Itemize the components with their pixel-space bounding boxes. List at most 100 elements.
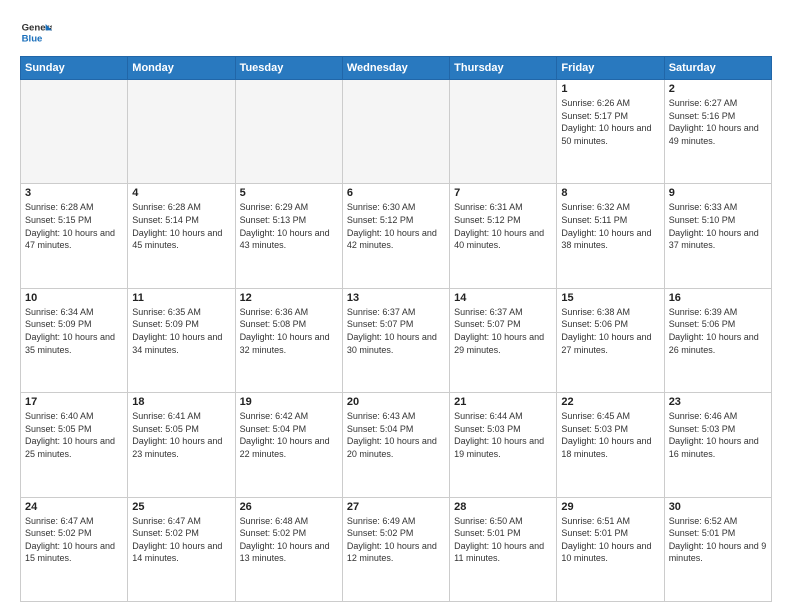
week-row-1: 3 Sunrise: 6:28 AM Sunset: 5:15 PM Daylig…	[21, 184, 772, 288]
calendar-cell: 2Sunrise: 6:27 AM Sunset: 5:16 PM Daylig…	[664, 80, 771, 184]
calendar-cell: 28 Sunrise: 6:50 AM Sunset: 5:01 PM Dayli…	[450, 497, 557, 601]
day-info: Sunrise: 6:30 AM Sunset: 5:12 PM Dayligh…	[347, 201, 445, 251]
day-info: Sunrise: 6:49 AM Sunset: 5:02 PM Dayligh…	[347, 515, 445, 565]
logo: General Blue	[20, 16, 52, 48]
day-info: Sunrise: 6:41 AM Sunset: 5:05 PM Dayligh…	[132, 410, 230, 460]
day-number: 12	[240, 292, 338, 304]
day-header-tuesday: Tuesday	[235, 57, 342, 80]
day-number: 20	[347, 396, 445, 408]
day-header-sunday: Sunday	[21, 57, 128, 80]
day-number: 21	[454, 396, 552, 408]
logo-icon: General Blue	[20, 16, 52, 48]
day-info: Sunrise: 6:32 AM Sunset: 5:11 PM Dayligh…	[561, 201, 659, 251]
day-info: Sunrise: 6:35 AM Sunset: 5:09 PM Dayligh…	[132, 306, 230, 356]
day-number: 13	[347, 292, 445, 304]
day-info: Sunrise: 6:44 AM Sunset: 5:03 PM Dayligh…	[454, 410, 552, 460]
day-number: 26	[240, 501, 338, 513]
day-number: 7	[454, 187, 552, 199]
day-number: 6	[347, 187, 445, 199]
day-number: 9	[669, 187, 767, 199]
day-number: 11	[132, 292, 230, 304]
day-info: Sunrise: 6:38 AM Sunset: 5:06 PM Dayligh…	[561, 306, 659, 356]
day-number: 22	[561, 396, 659, 408]
day-number: 19	[240, 396, 338, 408]
calendar-cell: 10Sunrise: 6:34 AM Sunset: 5:09 PM Dayli…	[21, 288, 128, 392]
day-number: 2	[669, 83, 767, 95]
day-number: 10	[25, 292, 123, 304]
calendar-cell: 30Sunrise: 6:52 AM Sunset: 5:01 PM Dayli…	[664, 497, 771, 601]
calendar-cell: 22 Sunrise: 6:45 AM Sunset: 5:03 PM Dayli…	[557, 393, 664, 497]
day-info: Sunrise: 6:47 AM Sunset: 5:02 PM Dayligh…	[132, 515, 230, 565]
calendar-cell: 13 Sunrise: 6:37 AM Sunset: 5:07 PM Dayli…	[342, 288, 449, 392]
day-info: Sunrise: 6:28 AM Sunset: 5:15 PM Dayligh…	[25, 201, 123, 251]
day-number: 29	[561, 501, 659, 513]
day-number: 15	[561, 292, 659, 304]
day-info: Sunrise: 6:45 AM Sunset: 5:03 PM Dayligh…	[561, 410, 659, 460]
calendar-cell: 8 Sunrise: 6:32 AM Sunset: 5:11 PM Daylig…	[557, 184, 664, 288]
calendar-cell: 25 Sunrise: 6:47 AM Sunset: 5:02 PM Dayli…	[128, 497, 235, 601]
svg-text:Blue: Blue	[22, 34, 43, 45]
day-info: Sunrise: 6:48 AM Sunset: 5:02 PM Dayligh…	[240, 515, 338, 565]
calendar-cell: 1 Sunrise: 6:26 AM Sunset: 5:17 PM Daylig…	[557, 80, 664, 184]
day-info: Sunrise: 6:28 AM Sunset: 5:14 PM Dayligh…	[132, 201, 230, 251]
day-number: 27	[347, 501, 445, 513]
calendar-cell: 7 Sunrise: 6:31 AM Sunset: 5:12 PM Daylig…	[450, 184, 557, 288]
day-info: Sunrise: 6:43 AM Sunset: 5:04 PM Dayligh…	[347, 410, 445, 460]
calendar-cell: 26 Sunrise: 6:48 AM Sunset: 5:02 PM Dayli…	[235, 497, 342, 601]
day-number: 17	[25, 396, 123, 408]
day-number: 8	[561, 187, 659, 199]
week-row-3: 17 Sunrise: 6:40 AM Sunset: 5:05 PM Dayli…	[21, 393, 772, 497]
calendar-table: SundayMondayTuesdayWednesdayThursdayFrid…	[20, 56, 772, 602]
day-info: Sunrise: 6:31 AM Sunset: 5:12 PM Dayligh…	[454, 201, 552, 251]
day-number: 28	[454, 501, 552, 513]
day-info: Sunrise: 6:33 AM Sunset: 5:10 PM Dayligh…	[669, 201, 767, 251]
calendar-cell: 4 Sunrise: 6:28 AM Sunset: 5:14 PM Daylig…	[128, 184, 235, 288]
day-number: 3	[25, 187, 123, 199]
day-number: 14	[454, 292, 552, 304]
day-number: 4	[132, 187, 230, 199]
calendar-cell: 17 Sunrise: 6:40 AM Sunset: 5:05 PM Dayli…	[21, 393, 128, 497]
day-number: 1	[561, 83, 659, 95]
day-info: Sunrise: 6:37 AM Sunset: 5:07 PM Dayligh…	[454, 306, 552, 356]
day-number: 30	[669, 501, 767, 513]
calendar-cell: 18Sunrise: 6:41 AM Sunset: 5:05 PM Dayli…	[128, 393, 235, 497]
day-info: Sunrise: 6:47 AM Sunset: 5:02 PM Dayligh…	[25, 515, 123, 565]
calendar-cell: 29Sunrise: 6:51 AM Sunset: 5:01 PM Dayli…	[557, 497, 664, 601]
calendar-cell: 16 Sunrise: 6:39 AM Sunset: 5:06 PM Dayli…	[664, 288, 771, 392]
calendar-cell	[450, 80, 557, 184]
day-number: 25	[132, 501, 230, 513]
week-row-4: 24 Sunrise: 6:47 AM Sunset: 5:02 PM Dayli…	[21, 497, 772, 601]
day-info: Sunrise: 6:29 AM Sunset: 5:13 PM Dayligh…	[240, 201, 338, 251]
calendar-cell: 14 Sunrise: 6:37 AM Sunset: 5:07 PM Dayli…	[450, 288, 557, 392]
day-number: 5	[240, 187, 338, 199]
calendar-cell: 15 Sunrise: 6:38 AM Sunset: 5:06 PM Dayli…	[557, 288, 664, 392]
calendar-cell	[342, 80, 449, 184]
day-info: Sunrise: 6:36 AM Sunset: 5:08 PM Dayligh…	[240, 306, 338, 356]
day-info: Sunrise: 6:37 AM Sunset: 5:07 PM Dayligh…	[347, 306, 445, 356]
day-info: Sunrise: 6:26 AM Sunset: 5:17 PM Dayligh…	[561, 97, 659, 147]
day-number: 16	[669, 292, 767, 304]
day-info: Sunrise: 6:42 AM Sunset: 5:04 PM Dayligh…	[240, 410, 338, 460]
calendar-cell: 24 Sunrise: 6:47 AM Sunset: 5:02 PM Dayli…	[21, 497, 128, 601]
day-info: Sunrise: 6:46 AM Sunset: 5:03 PM Dayligh…	[669, 410, 767, 460]
calendar-cell	[235, 80, 342, 184]
week-row-0: 1 Sunrise: 6:26 AM Sunset: 5:17 PM Daylig…	[21, 80, 772, 184]
week-row-2: 10Sunrise: 6:34 AM Sunset: 5:09 PM Dayli…	[21, 288, 772, 392]
calendar-cell	[128, 80, 235, 184]
day-header-monday: Monday	[128, 57, 235, 80]
day-header-wednesday: Wednesday	[342, 57, 449, 80]
calendar-cell: 27 Sunrise: 6:49 AM Sunset: 5:02 PM Dayli…	[342, 497, 449, 601]
calendar-cell: 9 Sunrise: 6:33 AM Sunset: 5:10 PM Daylig…	[664, 184, 771, 288]
calendar-cell: 20 Sunrise: 6:43 AM Sunset: 5:04 PM Dayli…	[342, 393, 449, 497]
day-info: Sunrise: 6:40 AM Sunset: 5:05 PM Dayligh…	[25, 410, 123, 460]
day-number: 24	[25, 501, 123, 513]
day-info: Sunrise: 6:39 AM Sunset: 5:06 PM Dayligh…	[669, 306, 767, 356]
calendar-cell: 12 Sunrise: 6:36 AM Sunset: 5:08 PM Dayli…	[235, 288, 342, 392]
calendar-cell: 11 Sunrise: 6:35 AM Sunset: 5:09 PM Dayli…	[128, 288, 235, 392]
calendar-cell: 19 Sunrise: 6:42 AM Sunset: 5:04 PM Dayli…	[235, 393, 342, 497]
day-number: 23	[669, 396, 767, 408]
day-header-saturday: Saturday	[664, 57, 771, 80]
calendar-cell: 23 Sunrise: 6:46 AM Sunset: 5:03 PM Dayli…	[664, 393, 771, 497]
day-info: Sunrise: 6:50 AM Sunset: 5:01 PM Dayligh…	[454, 515, 552, 565]
header: General Blue	[20, 16, 772, 48]
